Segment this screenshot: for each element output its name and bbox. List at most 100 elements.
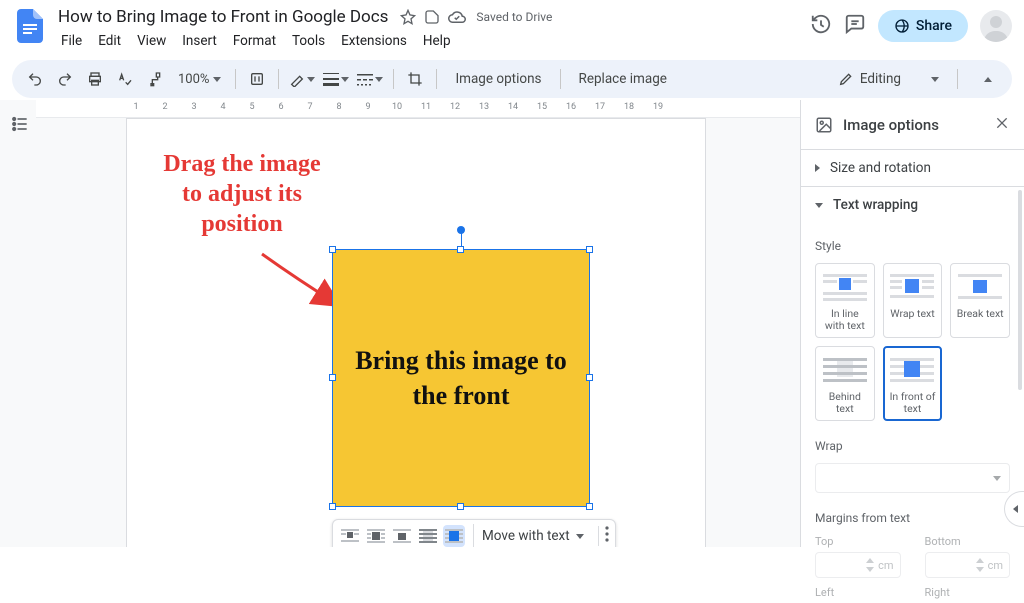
- spellcheck-button[interactable]: [112, 66, 138, 92]
- behind-option-mini[interactable]: [417, 525, 439, 547]
- share-button[interactable]: Share: [878, 10, 968, 42]
- more-options-button[interactable]: [598, 526, 609, 546]
- margin-left-label: Left: [815, 586, 901, 599]
- panel-title: Image options: [843, 116, 984, 134]
- resize-handle[interactable]: [586, 503, 593, 510]
- paint-format-button[interactable]: [142, 66, 168, 92]
- margins-label: Margins from text: [815, 511, 1010, 525]
- menu-view[interactable]: View: [130, 31, 173, 51]
- resize-handle[interactable]: [329, 503, 336, 510]
- image-icon: [815, 116, 833, 134]
- rotation-handle[interactable]: [457, 226, 465, 234]
- ai-button[interactable]: [244, 66, 270, 92]
- saved-status: Saved to Drive: [476, 10, 552, 24]
- document-page[interactable]: Drag the image to adjust its position Br…: [126, 118, 706, 547]
- ruler-tick: 3: [191, 102, 196, 112]
- resize-handle[interactable]: [457, 246, 464, 253]
- behind-option[interactable]: Behind text: [815, 346, 875, 421]
- horizontal-ruler[interactable]: 12345678910111213141516171819: [36, 100, 800, 118]
- inline-option-mini[interactable]: [339, 525, 361, 547]
- star-icon[interactable]: [400, 9, 416, 25]
- crop-button[interactable]: [402, 66, 428, 92]
- history-icon[interactable]: [810, 13, 832, 39]
- undo-button[interactable]: [22, 66, 48, 92]
- border-dash-button[interactable]: [355, 66, 385, 92]
- border-color-button[interactable]: [287, 66, 317, 92]
- image-options-panel: Image options Size and rotation Text wra…: [800, 100, 1024, 547]
- panel-scrollbar[interactable]: [1018, 190, 1022, 390]
- break-option-mini[interactable]: [391, 525, 413, 547]
- resize-handle[interactable]: [586, 246, 593, 253]
- front-option[interactable]: In front of text: [883, 346, 943, 421]
- rotation-line: [461, 232, 462, 246]
- front-option-mini[interactable]: [443, 525, 465, 547]
- menu-file[interactable]: File: [54, 31, 89, 51]
- menu-tools[interactable]: Tools: [285, 31, 332, 51]
- ruler-tick: 12: [450, 102, 460, 112]
- inline-option[interactable]: In line with text: [815, 263, 875, 338]
- document-title[interactable]: How to Bring Image to Front in Google Do…: [54, 6, 392, 28]
- menu-edit[interactable]: Edit: [91, 31, 128, 51]
- selected-image[interactable]: Bring this image to the front: [332, 249, 590, 507]
- break-option[interactable]: Break text: [950, 263, 1010, 338]
- menu-help[interactable]: Help: [416, 31, 458, 51]
- wrap-label: Wrap: [815, 439, 1010, 453]
- print-button[interactable]: [82, 66, 108, 92]
- ruler-tick: 14: [508, 102, 518, 112]
- ruler-tick: 18: [624, 102, 634, 112]
- ruler-tick: 9: [365, 102, 370, 112]
- cloud-saved-icon[interactable]: [448, 8, 466, 26]
- replace-image-button[interactable]: Replace image: [569, 67, 677, 91]
- border-weight-button[interactable]: [321, 66, 351, 92]
- menu-insert[interactable]: Insert: [175, 31, 224, 51]
- ruler-tick: 16: [566, 102, 576, 112]
- margin-bottom-input[interactable]: cm: [925, 552, 1011, 578]
- ruler-tick: 7: [307, 102, 312, 112]
- margin-top-input[interactable]: cm: [815, 552, 901, 578]
- wrap-option[interactable]: Wrap text: [883, 263, 943, 338]
- style-label: Style: [815, 239, 1010, 253]
- share-label: Share: [916, 18, 952, 34]
- zoom-dropdown[interactable]: 100%: [172, 72, 227, 87]
- margin-right-label: Right: [925, 586, 1011, 599]
- close-panel-button[interactable]: [994, 115, 1010, 135]
- ruler-tick: 19: [653, 102, 663, 112]
- selected-image-text: Bring this image to the front: [352, 343, 570, 413]
- docs-logo[interactable]: [12, 8, 48, 44]
- ruler-tick: 15: [537, 102, 547, 112]
- toolbar: 100% Image options Replace image Editing: [12, 60, 1012, 98]
- ruler-tick: 6: [278, 102, 283, 112]
- ruler-tick: 8: [336, 102, 341, 112]
- ruler-tick: 4: [220, 102, 225, 112]
- resize-handle[interactable]: [329, 246, 336, 253]
- resize-handle[interactable]: [329, 374, 336, 381]
- outline-toggle-button[interactable]: [10, 114, 30, 138]
- wrap-option-mini[interactable]: [365, 525, 387, 547]
- move-with-text-dropdown[interactable]: Move with text: [473, 524, 592, 547]
- resize-handle[interactable]: [457, 503, 464, 510]
- wrap-dropdown[interactable]: [815, 463, 1010, 493]
- chevron-down-icon: [815, 203, 823, 208]
- resize-handle[interactable]: [586, 374, 593, 381]
- annotation-text: Drag the image to adjust its position: [152, 149, 332, 239]
- margin-bottom-label: Bottom: [925, 535, 1011, 548]
- menu-extensions[interactable]: Extensions: [334, 31, 414, 51]
- image-options-button[interactable]: Image options: [445, 67, 551, 91]
- account-avatar[interactable]: [980, 10, 1012, 42]
- margin-top-label: Top: [815, 535, 901, 548]
- size-rotation-section[interactable]: Size and rotation: [801, 150, 1024, 187]
- editing-mode-dropdown[interactable]: Editing: [828, 67, 949, 91]
- ruler-tick: 11: [421, 102, 431, 112]
- ruler-tick: 10: [392, 102, 402, 112]
- ruler-tick: 1: [133, 102, 138, 112]
- ruler-tick: 5: [249, 102, 254, 112]
- move-icon[interactable]: [424, 9, 440, 25]
- image-layout-toolbar: Move with text: [332, 519, 616, 547]
- ruler-tick: 13: [479, 102, 489, 112]
- ruler-tick: 2: [162, 102, 167, 112]
- redo-button[interactable]: [52, 66, 78, 92]
- comments-icon[interactable]: [844, 13, 866, 39]
- collapse-toolbar-button[interactable]: [974, 65, 1002, 93]
- text-wrapping-section[interactable]: Text wrapping: [801, 187, 1024, 223]
- menu-format[interactable]: Format: [226, 31, 283, 51]
